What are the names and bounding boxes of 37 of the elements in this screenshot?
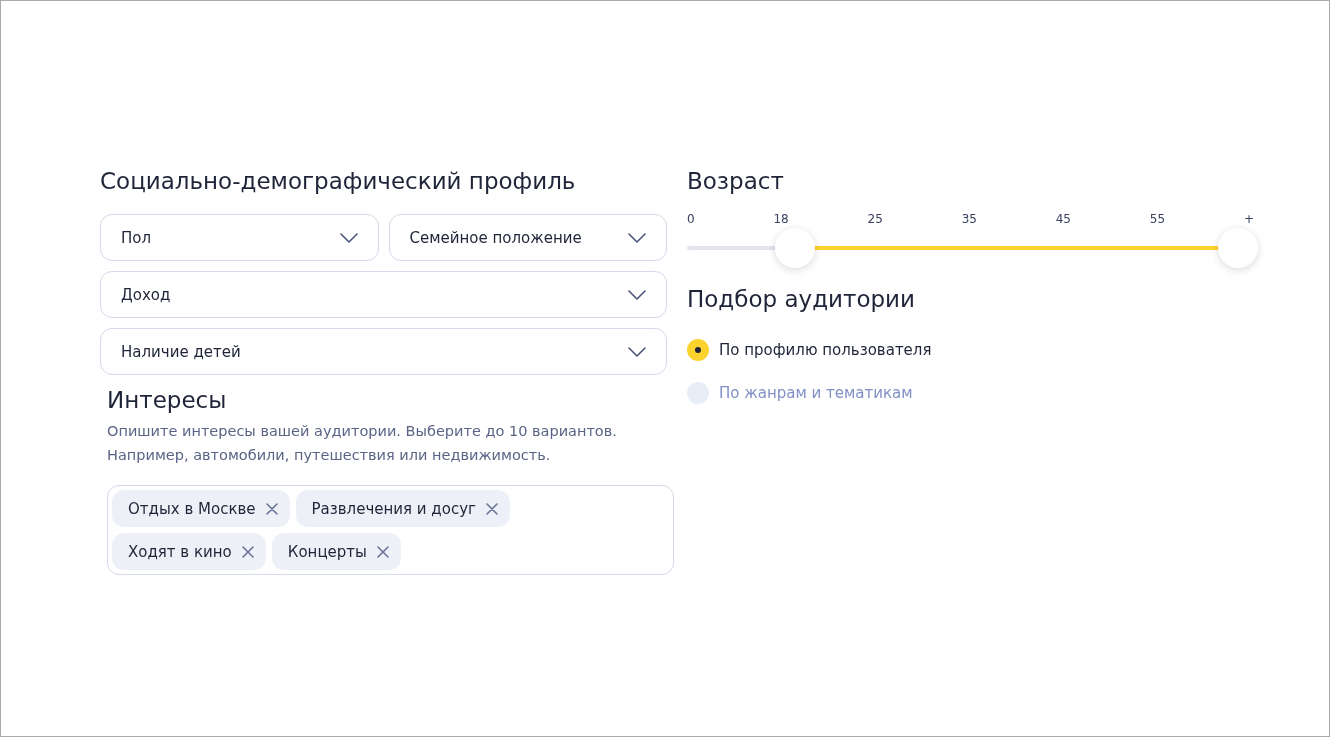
close-icon xyxy=(376,545,389,558)
remove-button[interactable] xyxy=(374,543,391,560)
dropdown[interactable]: Доход xyxy=(100,271,667,318)
tag-label: Развлечения и досуг xyxy=(311,499,476,518)
section-title: Интересы xyxy=(107,386,228,415)
close-icon xyxy=(265,502,278,515)
chevron-down-icon xyxy=(339,232,358,243)
chevron-down-icon xyxy=(628,346,646,357)
tag-label: Ходят в кино xyxy=(128,542,232,561)
dropdown[interactable]: Наличие детей xyxy=(100,328,667,375)
tick-label: 45 xyxy=(1055,212,1071,226)
section-title: Возраст xyxy=(687,167,785,196)
dropdown[interactable]: Пол xyxy=(100,214,379,261)
tag-label: Концерты xyxy=(287,542,367,561)
tag-label: Отдых в Москве xyxy=(128,499,256,518)
section-title: Социально-демографический профиль xyxy=(100,167,577,196)
chevron-down-icon xyxy=(628,289,646,300)
tick-label: 35 xyxy=(961,212,977,226)
remove-button[interactable] xyxy=(239,543,256,560)
description-text: Опишите интересы вашей аудитории. Выберите до 10 вариантов. Например, автомобили, путешествия или недвижимость. xyxy=(107,422,618,465)
slider-thumb[interactable] xyxy=(1218,228,1259,268)
chevron-down-icon xyxy=(628,232,646,243)
radio-button[interactable] xyxy=(687,338,709,361)
section-title: Подбор аудитории xyxy=(687,285,916,314)
dropdown[interactable]: Семейное положение xyxy=(388,214,667,261)
tick-label: 55 xyxy=(1149,212,1166,226)
tick-label: 0 xyxy=(687,212,695,226)
radio-label[interactable]: По профилю пользователя xyxy=(719,340,932,359)
tick-label: 25 xyxy=(867,212,883,226)
tick-label: + xyxy=(1243,212,1254,226)
close-icon xyxy=(485,502,498,515)
close-icon xyxy=(241,545,254,558)
remove-button[interactable] xyxy=(483,500,500,517)
tags-input-field[interactable]: Отдых в Москве Развлечения и досуг Ходят в кино Концерты xyxy=(107,485,674,575)
tick-label: 18 xyxy=(773,212,789,226)
slider-thumb[interactable] xyxy=(774,228,815,268)
remove-button[interactable] xyxy=(263,500,280,517)
